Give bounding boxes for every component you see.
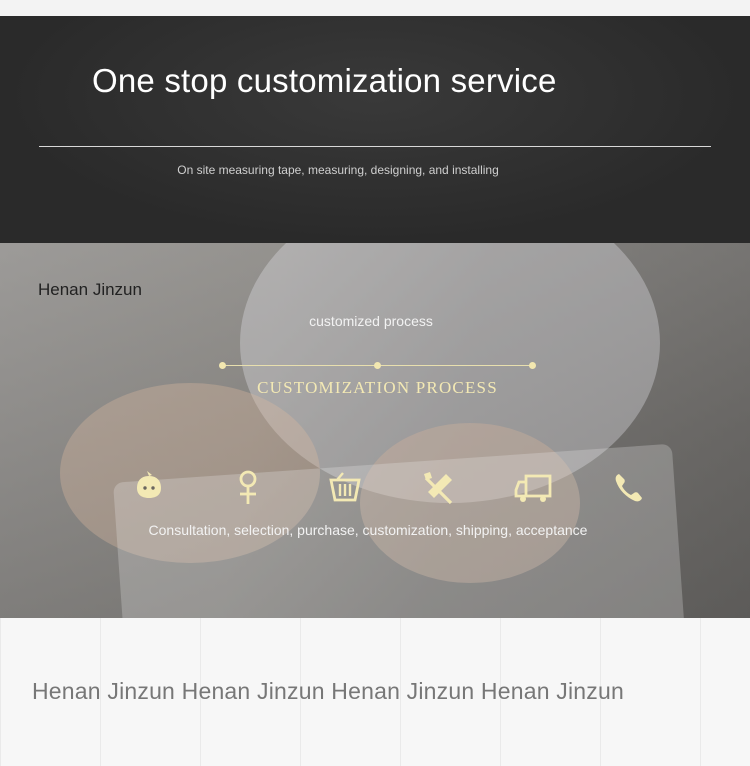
process-subtitle: customized process	[309, 313, 433, 329]
chat-bubble-icon	[129, 468, 169, 508]
header-banner	[0, 16, 750, 243]
truck-icon	[514, 468, 554, 508]
process-icon-row	[0, 468, 750, 508]
divider-dot-left	[219, 362, 226, 369]
phone-icon	[609, 468, 649, 508]
tools-icon	[418, 468, 458, 508]
basket-icon	[325, 468, 365, 508]
divider-dot-right	[529, 362, 536, 369]
process-steps-text: Consultation, selection, purchase, custo…	[148, 522, 588, 538]
divider-dot-center	[374, 362, 381, 369]
page-title: One stop customization service	[92, 62, 557, 99]
top-strip	[0, 0, 750, 16]
brand-label: Henan Jinzun	[38, 280, 142, 299]
person-icon	[228, 468, 268, 508]
header-subtitle: On site measuring tape, measuring, desig…	[177, 163, 499, 177]
process-title: CUSTOMIZATION PROCESS	[257, 378, 498, 397]
footer-watermark-text: Henan Jinzun Henan Jinzun Henan Jinzun H…	[32, 678, 624, 704]
header-divider	[39, 146, 711, 147]
